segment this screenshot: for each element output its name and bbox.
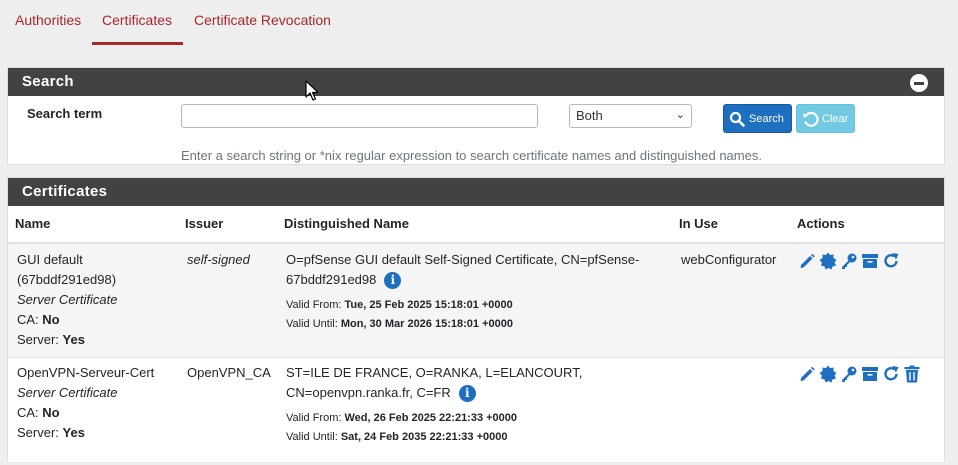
cert-issuer: self-signed: [187, 252, 250, 267]
search-scope-value: Both: [576, 108, 603, 123]
valid-from-label: Valid From:: [286, 299, 342, 311]
certificate-icon[interactable]: [819, 365, 837, 383]
search-panel-title: Search: [22, 73, 74, 90]
search-panel-body: Search term Both ⌄ Search Clear Enter a …: [8, 96, 944, 164]
tab-authorities[interactable]: Authorities: [15, 12, 81, 28]
server-value: Yes: [62, 425, 85, 440]
search-button[interactable]: Search: [723, 104, 792, 133]
cert-dn-line2: 67bddf291ed98: [286, 272, 377, 287]
search-term-label: Search term: [27, 106, 103, 121]
column-header-issuer[interactable]: Issuer: [185, 216, 223, 231]
valid-from-label: Valid From:: [286, 412, 342, 424]
renew-icon[interactable]: [882, 252, 900, 270]
clear-button[interactable]: Clear: [796, 104, 855, 133]
tab-certificates[interactable]: Certificates: [102, 12, 172, 28]
ca-value: No: [42, 405, 60, 420]
ca-value: No: [42, 312, 60, 327]
key-icon[interactable]: [840, 252, 858, 270]
undo-icon: [803, 111, 819, 127]
cert-name-cell: GUI default (67bddf291ed98) Server Certi…: [17, 250, 182, 350]
column-header-distinguished-name[interactable]: Distinguished Name: [284, 216, 409, 231]
cert-dn-line1: O=pfSense GUI default Self-Signed Certif…: [286, 252, 640, 267]
cert-issuer: OpenVPN_CA: [187, 365, 271, 380]
cert-server: Server: Yes: [17, 330, 182, 350]
server-label: Server:: [17, 332, 59, 347]
mouse-cursor-icon: [305, 80, 319, 101]
trash-icon[interactable]: [903, 365, 921, 383]
active-tab-indicator: [92, 42, 183, 45]
cert-dn-cell: ST=ILE DE FRANCE, O=RANKA, L=ELANCOURT, …: [286, 363, 671, 447]
cert-name: GUI default: [17, 252, 83, 267]
chevron-down-icon: ⌄: [675, 109, 685, 121]
ca-label: CA:: [17, 312, 39, 327]
valid-from-value: Wed, 26 Feb 2025 22:21:33 +0000: [344, 412, 518, 424]
valid-until-value: Mon, 30 Mar 2026 15:18:01 +0000: [340, 318, 513, 330]
search-input[interactable]: [181, 104, 538, 128]
cert-server: Server: Yes: [17, 423, 182, 443]
cert-in-use: webConfigurator: [681, 252, 777, 267]
archive-icon[interactable]: [861, 252, 879, 270]
search-icon: [729, 111, 745, 127]
tab-certificate-revocation[interactable]: Certificate Revocation: [194, 12, 331, 28]
cert-dn-line1: ST=ILE DE FRANCE, O=RANKA, L=ELANCOURT,: [286, 365, 583, 380]
renew-icon[interactable]: [882, 365, 900, 383]
cert-type: Server Certificate: [17, 385, 118, 400]
search-panel-header: Search: [8, 68, 944, 96]
valid-until-value: Sat, 24 Feb 2035 22:21:33 +0000: [340, 431, 508, 443]
column-header-name[interactable]: Name: [15, 216, 50, 231]
info-icon[interactable]: i: [384, 272, 402, 290]
cert-dn-cell: O=pfSense GUI default Self-Signed Certif…: [286, 250, 671, 334]
cert-name-cell: OpenVPN-Serveur-Cert Server Certificate …: [17, 363, 182, 443]
valid-until-label: Valid Until:: [286, 431, 338, 443]
cert-name-id: (67bddf291ed98): [17, 272, 117, 287]
info-icon[interactable]: i: [458, 385, 476, 403]
cert-type: Server Certificate: [17, 292, 118, 307]
certificate-icon[interactable]: [819, 252, 837, 270]
tab-bar: Authorities Certificates Certificate Rev…: [0, 0, 958, 46]
key-icon[interactable]: [840, 365, 858, 383]
cert-ca: CA: No: [17, 310, 182, 330]
table-row: GUI default (67bddf291ed98) Server Certi…: [8, 244, 944, 357]
search-button-label: Search: [749, 113, 784, 125]
column-header-in-use[interactable]: In Use: [679, 216, 718, 231]
cert-actions: [798, 365, 921, 383]
pencil-icon[interactable]: [798, 252, 816, 270]
cert-name: OpenVPN-Serveur-Cert: [17, 365, 155, 380]
certificates-panel-title: Certificates: [22, 183, 108, 200]
certificates-panel-header: Certificates: [8, 178, 944, 206]
search-help-text: Enter a search string or *nix regular ex…: [181, 148, 762, 163]
pencil-icon[interactable]: [798, 365, 816, 383]
valid-until-label: Valid Until:: [286, 318, 338, 330]
column-header-actions: Actions: [797, 216, 845, 231]
certificates-panel: Certificates Name Issuer Distinguished N…: [7, 177, 945, 462]
server-value: Yes: [62, 332, 85, 347]
cert-ca: CA: No: [17, 403, 182, 423]
cert-actions: [798, 252, 900, 270]
search-panel: Search Search term Both ⌄ Search Clear E…: [7, 67, 945, 165]
archive-icon[interactable]: [861, 365, 879, 383]
cert-dn-line2: CN=openvpn.ranka.fr, C=FR: [286, 385, 451, 400]
ca-label: CA:: [17, 405, 39, 420]
table-row: OpenVPN-Serveur-Cert Server Certificate …: [8, 358, 944, 462]
valid-from-value: Tue, 25 Feb 2025 15:18:01 +0000: [344, 299, 513, 311]
server-label: Server:: [17, 425, 59, 440]
search-scope-select[interactable]: Both ⌄: [569, 104, 692, 128]
minus-circle-icon[interactable]: [910, 74, 928, 92]
clear-button-label: Clear: [822, 113, 849, 125]
